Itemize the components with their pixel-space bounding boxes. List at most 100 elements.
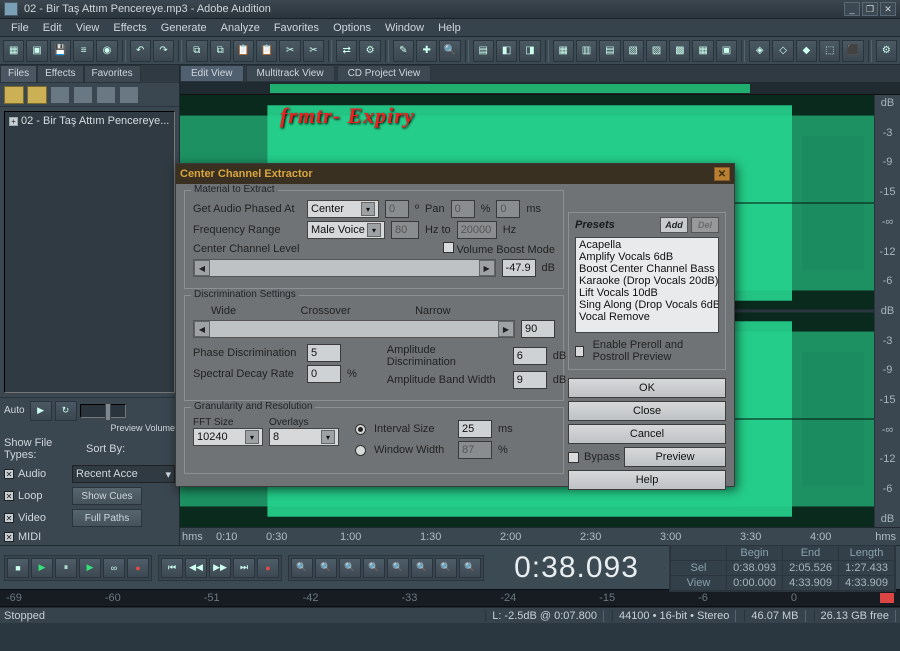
bypass-check[interactable] (568, 452, 579, 463)
menu-edit[interactable]: Edit (36, 20, 69, 36)
help-button[interactable]: Help (568, 470, 726, 490)
tab-multitrack-view[interactable]: Multitrack View (246, 65, 335, 82)
overlays-select[interactable]: 8▾ (269, 428, 339, 446)
tool-redo[interactable]: ↷ (153, 40, 174, 62)
enable-preroll-check[interactable] (575, 346, 584, 357)
files-insert-icon[interactable] (96, 86, 116, 104)
files-close-icon[interactable] (50, 86, 70, 104)
tool-zoom[interactable]: 🔍 (439, 40, 460, 62)
preview-button[interactable]: Preview (624, 447, 726, 467)
files-edit-icon[interactable] (73, 86, 93, 104)
go-start-button[interactable]: ⏮ (161, 558, 183, 578)
crossover-field[interactable]: 90 (521, 320, 555, 338)
tool-convert[interactable]: ⇄ (336, 40, 357, 62)
tool-grid7[interactable]: ▦ (692, 40, 713, 62)
preset-item[interactable]: Lift Vocals 10dB (578, 287, 716, 299)
menu-effects[interactable]: Effects (106, 20, 153, 36)
amplitude-band-width-field[interactable]: 9 (513, 371, 547, 389)
tool-grid8[interactable]: ▣ (716, 40, 737, 62)
volume-boost-mode-check[interactable] (443, 242, 454, 253)
close-dialog-button[interactable]: Close (568, 401, 726, 421)
sel-begin[interactable]: 0:38.093 (727, 560, 783, 575)
tool-grid2[interactable]: ▥ (576, 40, 597, 62)
preset-add-button[interactable]: Add (660, 217, 688, 233)
tool-m4[interactable]: ⬚ (819, 40, 840, 62)
filter-loop-check[interactable]: ✕ (4, 491, 14, 501)
record-button[interactable]: ● (127, 558, 149, 578)
preset-item[interactable]: Karaoke (Drop Vocals 20dB) (578, 275, 716, 287)
menu-generate[interactable]: Generate (154, 20, 214, 36)
ok-button[interactable]: OK (568, 378, 726, 398)
clip-indicator[interactable] (880, 593, 894, 603)
level-meter[interactable]: -69 -60 -51 -42 -33 -24 -15 -6 0 (0, 589, 900, 607)
tool-save[interactable]: 💾 (50, 40, 71, 62)
tool-grid5[interactable]: ▨ (646, 40, 667, 62)
maximize-button[interactable]: ❐ (862, 2, 878, 16)
dialog-close-button[interactable]: ✕ (714, 167, 730, 181)
interval-size-field[interactable]: 25 (458, 420, 492, 438)
zoom-out-button[interactable]: 🔍 (315, 558, 337, 578)
crossover-slider[interactable]: ◀▶ (193, 320, 515, 338)
show-cues-button[interactable]: Show Cues (72, 487, 142, 505)
tab-cd-project-view[interactable]: CD Project View (337, 65, 432, 82)
interval-size-radio[interactable] (355, 424, 366, 435)
filter-video-check[interactable]: ✕ (4, 513, 14, 523)
sort-by-select[interactable]: Recent Acce▾ (72, 465, 175, 483)
center-channel-level-field[interactable]: -47.9 (502, 259, 536, 277)
zoom-sel-button[interactable]: 🔍 (363, 558, 385, 578)
tab-favorites[interactable]: Favorites (84, 65, 141, 83)
sel-end[interactable]: 2:05.526 (783, 560, 839, 575)
rewind-button[interactable]: ◀◀ (185, 558, 207, 578)
close-button[interactable]: ✕ (880, 2, 896, 16)
slider-right-icon[interactable]: ▶ (498, 321, 514, 337)
menu-options[interactable]: Options (326, 20, 378, 36)
files-opts-icon[interactable] (119, 86, 139, 104)
spectral-decay-rate-field[interactable]: 0 (307, 365, 341, 383)
frequency-range-select[interactable]: Male Voice▾ (307, 221, 385, 239)
menu-help[interactable]: Help (431, 20, 468, 36)
tool-heal[interactable]: ✚ (416, 40, 437, 62)
tool-copy2[interactable]: ⧉ (210, 40, 231, 62)
tool-brush[interactable]: ✎ (393, 40, 414, 62)
dialog-title-bar[interactable]: Center Channel Extractor ✕ (176, 164, 734, 184)
presets-list[interactable]: Acapella Amplify Vocals 6dB Boost Center… (575, 237, 719, 333)
file-list[interactable]: +02 - Bir Taş Attım Pencereye... (4, 111, 175, 393)
view-begin[interactable]: 0:00.000 (727, 575, 783, 590)
phase-select[interactable]: Center▾ (307, 200, 379, 218)
stop-button[interactable]: ■ (7, 558, 29, 578)
preset-item[interactable]: Sing Along (Drop Vocals 6dB) (578, 299, 716, 311)
tool-grid4[interactable]: ▧ (623, 40, 644, 62)
tab-edit-view[interactable]: Edit View (180, 65, 244, 82)
menu-view[interactable]: View (69, 20, 107, 36)
play-button[interactable]: ▶ (31, 558, 53, 578)
files-import-icon[interactable] (4, 86, 24, 104)
preview-loop-button[interactable]: ↻ (55, 401, 77, 421)
tool-grid6[interactable]: ▩ (669, 40, 690, 62)
slider-handle[interactable] (105, 403, 111, 421)
zoom-vert2-button[interactable]: 🔍 (459, 558, 481, 578)
tool-m1[interactable]: ◈ (749, 40, 770, 62)
tool-m2[interactable]: ◇ (772, 40, 793, 62)
tool-open[interactable]: ▣ (26, 40, 47, 62)
files-open-icon[interactable] (27, 86, 47, 104)
go-end-button[interactable]: ⏭ (233, 558, 255, 578)
tool-mixpaste[interactable]: 📋 (256, 40, 277, 62)
menu-favorites[interactable]: Favorites (267, 20, 326, 36)
tool-m3[interactable]: ◆ (796, 40, 817, 62)
menu-file[interactable]: File (4, 20, 36, 36)
play-loop-button[interactable]: ▶ (79, 558, 101, 578)
phase-discrimination-field[interactable]: 5 (307, 344, 341, 362)
center-channel-level-slider[interactable]: ◀▶ (193, 259, 496, 277)
tool-grid3[interactable]: ▤ (599, 40, 620, 62)
view-end[interactable]: 4:33.909 (783, 575, 839, 590)
tool-undo[interactable]: ↶ (130, 40, 151, 62)
forward-button[interactable]: ▶▶ (209, 558, 231, 578)
menu-window[interactable]: Window (378, 20, 431, 36)
tab-files[interactable]: Files (0, 65, 37, 83)
tool-trim[interactable]: ✂ (303, 40, 324, 62)
tool-opt[interactable]: ⚙ (876, 40, 897, 62)
tool-pan[interactable]: ◧ (496, 40, 517, 62)
minimize-button[interactable]: _ (844, 2, 860, 16)
navigator-range[interactable] (270, 84, 750, 93)
view-length[interactable]: 4:33.909 (839, 575, 895, 590)
